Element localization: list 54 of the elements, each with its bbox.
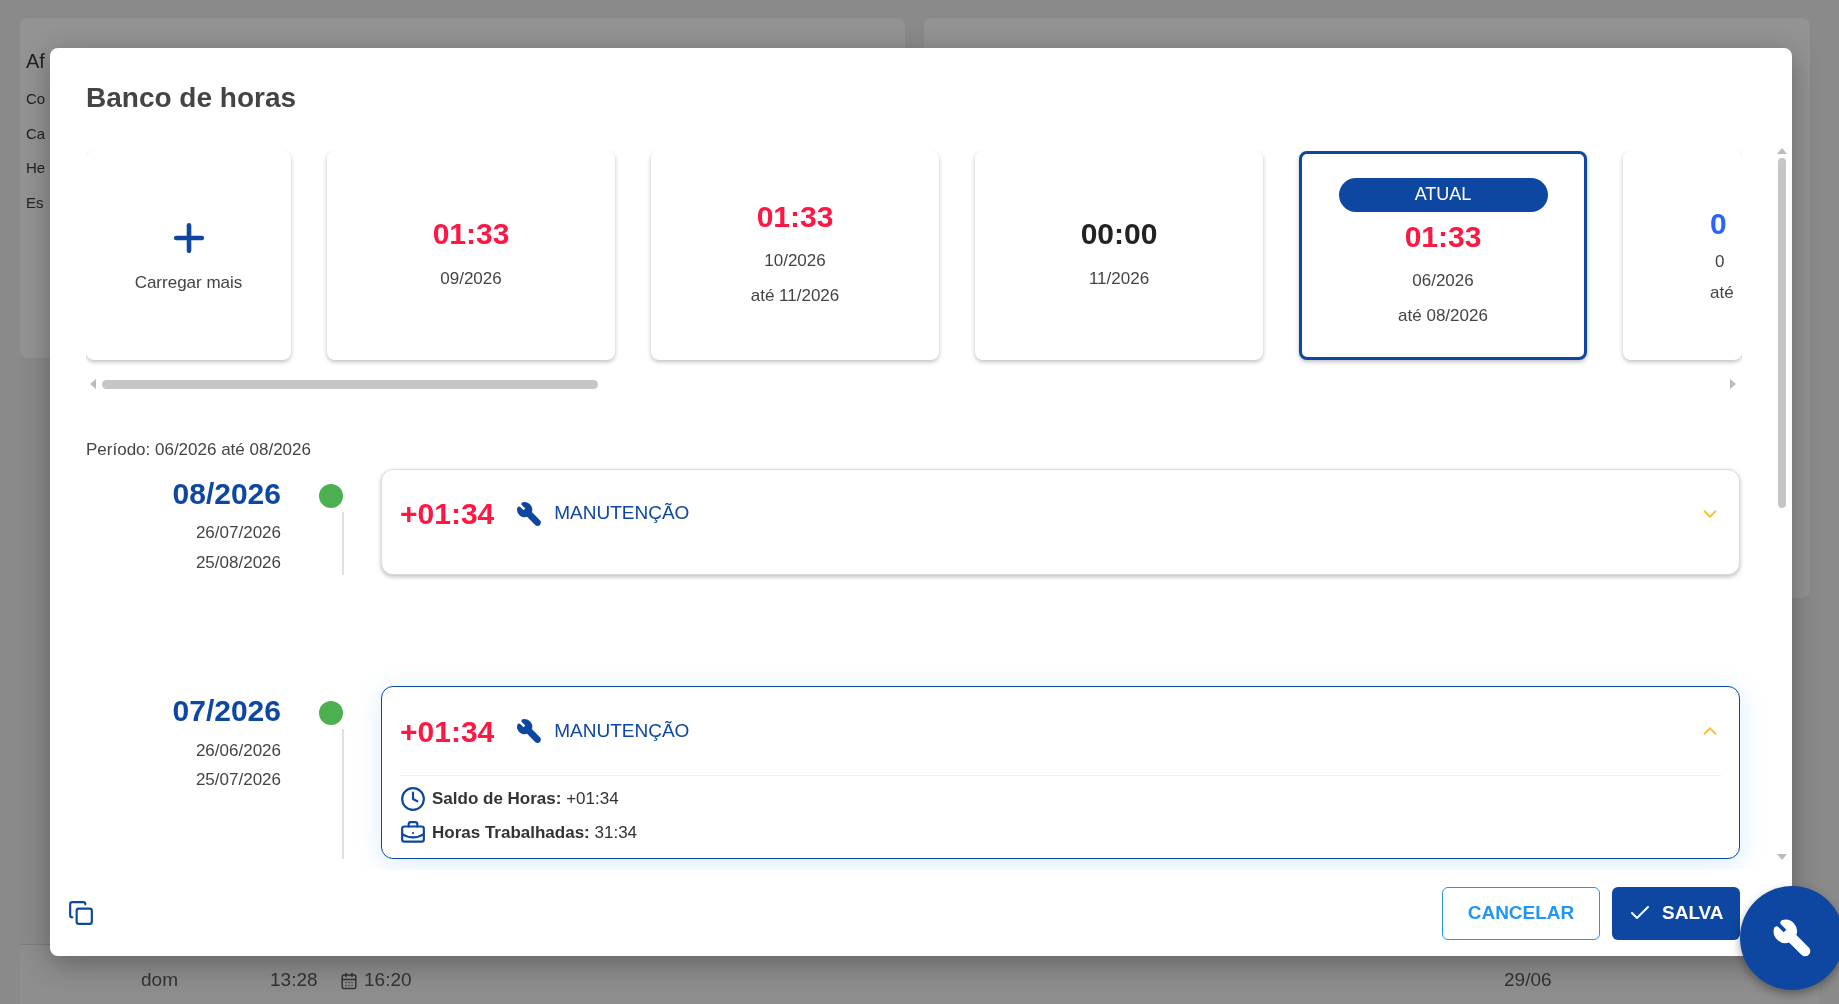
background-label: Es (26, 192, 44, 213)
copy-icon[interactable] (68, 900, 94, 926)
entry-category: MANUTENÇÃO (554, 501, 690, 526)
background-label: Ca (26, 123, 46, 144)
load-more-label: Carregar mais (134, 271, 243, 294)
detail-text: Horas Trabalhadas: 31:34 (432, 822, 638, 845)
current-badge: ATUAL (1338, 177, 1548, 212)
clock-icon (400, 786, 426, 812)
balance-value: 01:33 (432, 216, 510, 253)
period-dates: até 08/2026 (1398, 305, 1488, 328)
period-dates: até 11/2026 (750, 285, 840, 308)
background-label: Co (26, 89, 46, 109)
wrench-icon (516, 500, 543, 527)
load-more-card[interactable]: Carregar mais (86, 151, 291, 360)
save-button[interactable]: SALVA (1612, 886, 1740, 940)
balance-value: 00:00 (1080, 216, 1158, 253)
briefcase-icon (400, 820, 426, 846)
entry-start-date: 26/06/2026 (195, 739, 281, 762)
entry-header[interactable]: +01:34 MANUTENÇÃO (382, 469, 1739, 558)
period-dates: até (1710, 282, 1734, 305)
entry-month: 08/2026 (172, 475, 281, 512)
wrench-icon (516, 718, 543, 744)
balance-value: 01:33 (756, 198, 834, 235)
detail-text: Saldo de Horas: +01:34 (432, 788, 619, 811)
period-dates: 06/2026 (1412, 270, 1474, 293)
entry-end-date: 25/08/2026 (195, 551, 281, 574)
background-cell-text: 29/06 (1504, 968, 1552, 993)
period-dates: 09/2026 (440, 267, 502, 290)
period-card[interactable]: 01:33 10/2026 até 11/2026 (651, 151, 939, 360)
background-cell-text: 16:20 (364, 968, 413, 993)
period-card[interactable]: ATUAL 01:33 06/2026 até 08/2026 (1299, 151, 1587, 360)
calendar-icon (340, 971, 358, 990)
entry-start-date: 26/07/2026 (195, 522, 281, 544)
entry-header[interactable]: +01:34 MANUTENÇÃO (382, 687, 1739, 775)
period-label: Período: 06/2026 até 08/2026 (86, 439, 312, 461)
balance-value: 0 (1710, 206, 1727, 243)
background-cell-text: dom (141, 968, 179, 993)
period-dates: 0 (1714, 250, 1725, 273)
entry-month: 07/2026 (172, 693, 281, 729)
wrench-icon (1772, 918, 1812, 958)
entry-end-date: 25/07/2026 (195, 769, 281, 791)
period-card[interactable]: 0 0 até (1623, 151, 1742, 360)
background-label: He (26, 158, 46, 178)
period-card[interactable]: 01:33 09/2026 (327, 151, 615, 360)
entry-balance: +01:34 (400, 496, 495, 532)
period-dates: 10/2026 (764, 250, 826, 273)
balance-value: 01:33 (1404, 218, 1482, 255)
entry-balance: +01:34 (400, 713, 495, 750)
background-label: Af (26, 49, 45, 74)
background-cell-text: 13:28 (270, 968, 319, 993)
period-dates: 11/2026 (1088, 267, 1150, 290)
dialog-title: Banco de horas (86, 81, 298, 115)
period-card[interactable]: 00:00 11/2026 (975, 151, 1263, 360)
entry-category: MANUTENÇÃO (554, 718, 690, 743)
